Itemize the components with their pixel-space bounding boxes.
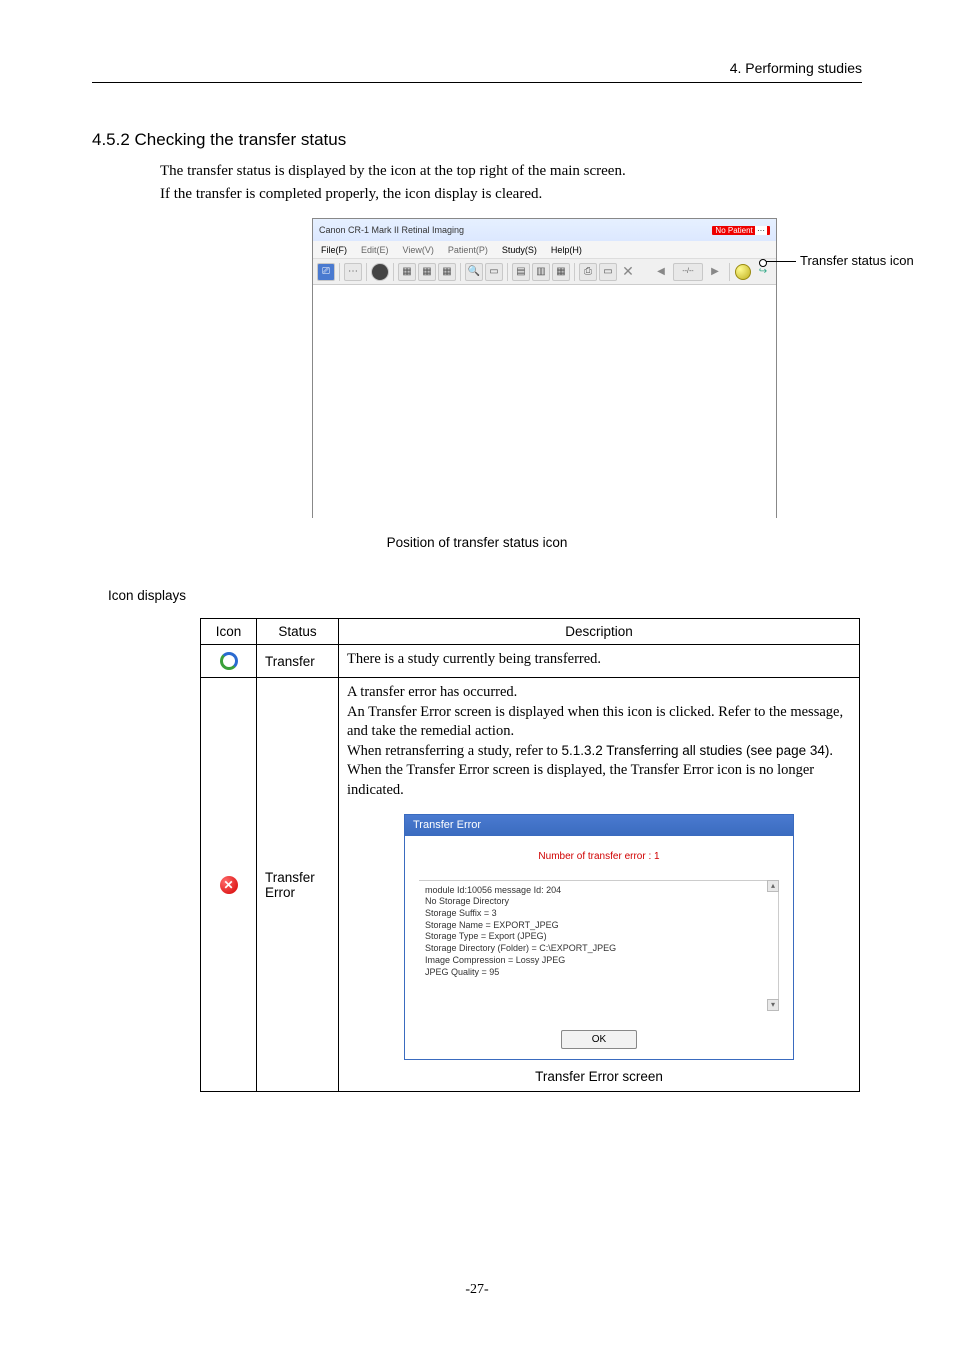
menu-view[interactable]: View(V) (403, 245, 434, 255)
scroll-up-icon[interactable]: ▴ (767, 880, 779, 892)
figure-caption: Position of transfer status icon (0, 535, 954, 550)
th-icon: Icon (201, 619, 257, 645)
toolbar-btn-7[interactable]: ▦ (552, 263, 570, 281)
page-number: -27- (0, 1282, 954, 1298)
callout-line (760, 261, 796, 262)
toolbar-nav-next[interactable]: ▶ (706, 263, 724, 281)
transfer-status-icon[interactable] (735, 264, 751, 280)
detail-line: Storage Directory (Folder) = C:\EXPORT_J… (425, 943, 772, 955)
error-desc-p1: A transfer error has occurred. (347, 683, 851, 703)
error-desc-p2: An Transfer Error screen is displayed wh… (347, 703, 851, 742)
cell-error-icon: ✕ (201, 678, 257, 1092)
cell-transfer-icon (201, 645, 257, 678)
toolbar-btn-5[interactable]: ▤ (512, 263, 530, 281)
toolbar-nav-prev[interactable]: ◀ (652, 263, 670, 281)
callout-label: Transfer status icon (800, 253, 914, 268)
toolbar-btn-grid2[interactable]: ▦ (418, 263, 436, 281)
menu-file[interactable]: File(F) (321, 245, 347, 255)
icon-table: Icon Status Description Transfer There i… (200, 618, 860, 1092)
transfer-error-dialog: Transfer Error Number of transfer error … (404, 814, 794, 1060)
body-paragraph-2: If the transfer is completed properly, t… (160, 183, 542, 206)
toolbar-btn-zoom[interactable]: 🔍 (465, 263, 483, 281)
menu-help[interactable]: Help(H) (551, 245, 582, 255)
transfer-spinner-icon (220, 652, 238, 670)
cell-error-desc: A transfer error has occurred. An Transf… (339, 678, 860, 1092)
cell-transfer-status: Transfer (257, 645, 339, 678)
scroll-down-icon[interactable]: ▾ (767, 999, 779, 1011)
main-screen-figure: Canon CR-1 Mark II Retinal Imaging No Pa… (312, 218, 777, 518)
detail-line: No Storage Directory (425, 896, 772, 908)
error-desc-p4: When the Transfer Error screen is displa… (347, 761, 851, 800)
toolbar-btn-grid3[interactable]: ▦ (438, 263, 456, 281)
toolbar-btn-2[interactable]: ⋯ (344, 263, 362, 281)
detail-line: JPEG Quality = 95 (425, 967, 772, 979)
detail-line: Image Compression = Lossy JPEG (425, 955, 772, 967)
th-description: Description (339, 619, 860, 645)
menu-study[interactable]: Study(S) (502, 245, 537, 255)
header-rule (92, 82, 862, 83)
toolbar-btn-4[interactable]: ▭ (485, 263, 503, 281)
toolbar-btn-print[interactable]: ⎙ (579, 263, 597, 281)
error-status-text: Transfer Error (265, 870, 330, 900)
dialog-caption: Transfer Error screen (347, 1068, 851, 1086)
icon-displays-heading: Icon displays (108, 588, 186, 603)
detail-line: module Id:10056 message Id: 204 (425, 885, 772, 897)
detail-line: Storage Suffix = 3 (425, 908, 772, 920)
table-row: ✕ Transfer Error A transfer error has oc… (201, 678, 860, 1092)
error-circle-icon: ✕ (220, 876, 238, 894)
window-menubar: File(F) Edit(E) View(V) Patient(P) Study… (313, 241, 776, 259)
toolbar-btn-6[interactable]: ▥ (532, 263, 550, 281)
dialog-footer: OK (405, 1022, 793, 1060)
window-toolbar: ⎚ ⋯ ▦ ▦ ▦ 🔍 ▭ ▤ ▥ ▦ ⎙ ▭ ✕ ◀ --/-- ▶ (313, 259, 776, 285)
cell-error-status: Transfer Error (257, 678, 339, 1092)
toolbar-btn-grid1[interactable]: ▦ (398, 263, 416, 281)
toolbar-nav-counter: --/-- (673, 263, 703, 281)
menu-edit[interactable]: Edit(E) (361, 245, 389, 255)
th-status: Status (257, 619, 339, 645)
detail-line: Storage Name = EXPORT_JPEG (425, 920, 772, 932)
window-titlebar: Canon CR-1 Mark II Retinal Imaging No Pa… (313, 219, 776, 241)
patient-badge: No Patient ··· (712, 226, 770, 235)
toolbar-btn-close[interactable]: ✕ (619, 263, 637, 281)
toolbar-btn-1[interactable]: ⎚ (317, 263, 335, 281)
error-desc-p3: When retransferring a study, refer to 5.… (347, 742, 851, 762)
menu-patient[interactable]: Patient(P) (448, 245, 488, 255)
page-header-chapter: 4. Performing studies (730, 60, 862, 76)
cell-transfer-desc: There is a study currently being transfe… (339, 645, 860, 678)
section-heading: 4.5.2 Checking the transfer status (92, 130, 346, 150)
detail-line: Storage Type = Export (JPEG) (425, 931, 772, 943)
table-row: Transfer There is a study currently bein… (201, 645, 860, 678)
window-content-area (313, 285, 776, 519)
ok-button[interactable]: OK (561, 1030, 637, 1050)
cross-ref: 5.1.3.2 Transferring all studies (see pa… (561, 743, 829, 758)
toolbar-btn-8[interactable]: ▭ (599, 263, 617, 281)
dialog-error-count: Number of transfer error : 1 (419, 850, 779, 864)
body-paragraph-1: The transfer status is displayed by the … (160, 160, 626, 183)
dialog-details-box: ▴ module Id:10056 message Id: 204 No Sto… (419, 880, 779, 1010)
toolbar-btn-record[interactable] (371, 263, 389, 281)
dialog-titlebar: Transfer Error (405, 815, 793, 836)
window-title-text: Canon CR-1 Mark II Retinal Imaging (319, 225, 464, 235)
